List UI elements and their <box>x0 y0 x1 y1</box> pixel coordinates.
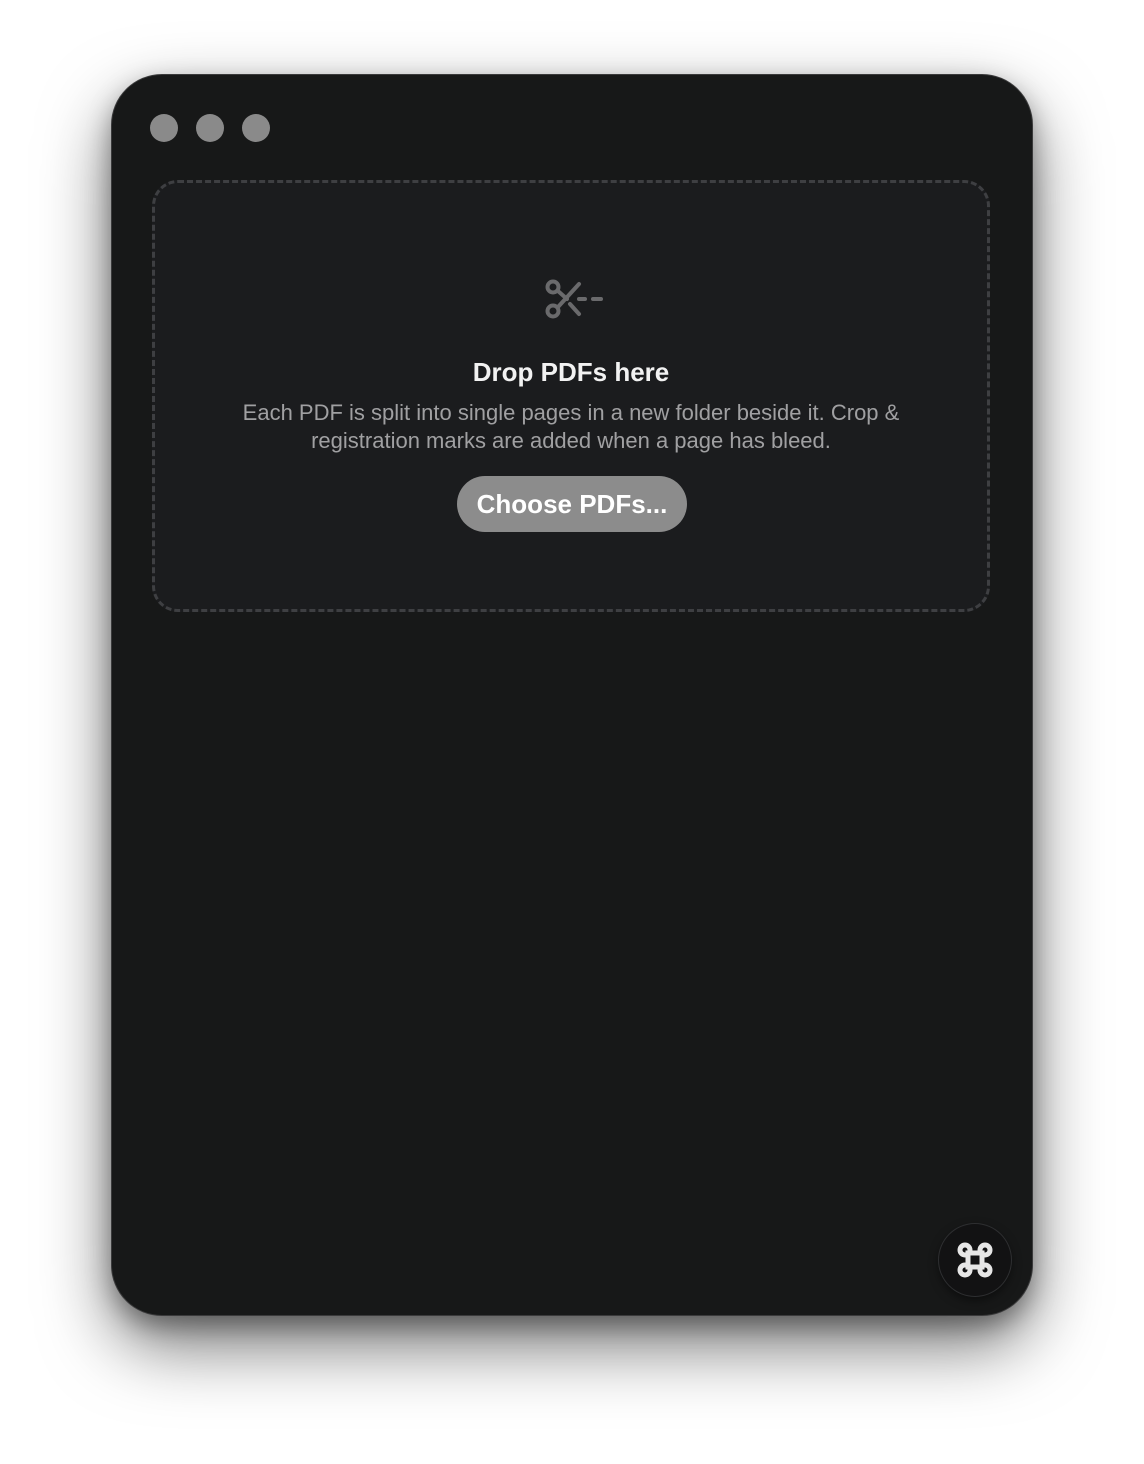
choose-pdfs-button[interactable]: Choose PDFs... <box>457 476 687 532</box>
pdf-drop-zone[interactable]: Drop PDFs here Each PDF is split into si… <box>152 180 990 612</box>
scissors-cut-icon <box>545 279 603 319</box>
command-key-icon <box>957 1242 993 1278</box>
zoom-window-button[interactable] <box>242 114 270 142</box>
command-button[interactable] <box>939 1224 1011 1296</box>
minimize-window-button[interactable] <box>196 114 224 142</box>
drop-description: Each PDF is split into single pages in a… <box>242 400 900 453</box>
drop-title: Drop PDFs here <box>472 357 670 387</box>
app-window: Drop PDFs here Each PDF is split into si… <box>112 75 1032 1315</box>
close-window-button[interactable] <box>150 114 178 142</box>
window-controls <box>150 114 270 142</box>
